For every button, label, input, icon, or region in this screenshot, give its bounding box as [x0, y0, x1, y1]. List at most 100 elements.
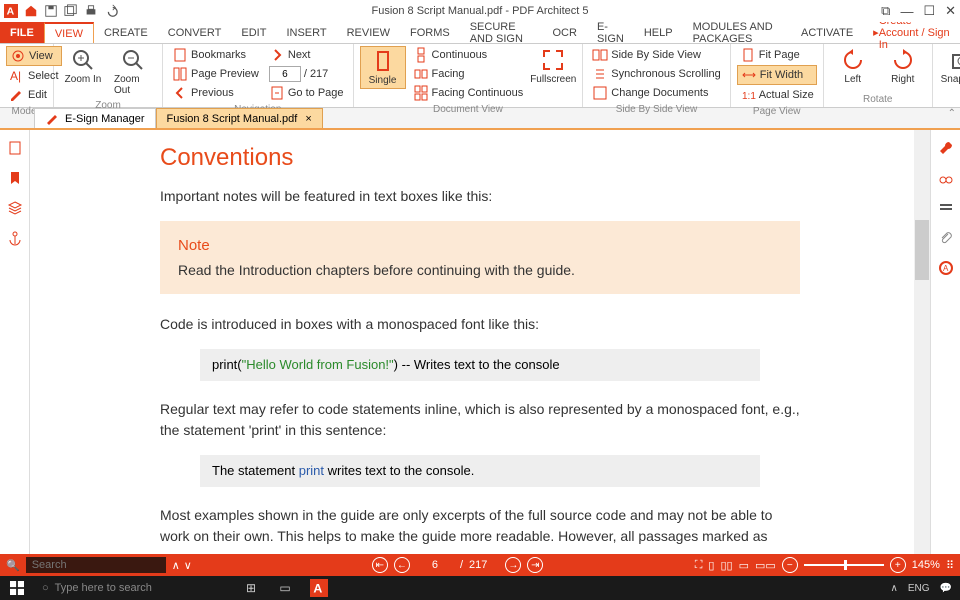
group-sbs: Side By Side View [589, 104, 723, 115]
zoom-menu-icon[interactable]: ⠿ [946, 559, 954, 572]
next-page-icon[interactable]: → [505, 557, 521, 573]
tab-close-icon[interactable]: × [305, 113, 311, 125]
facing-status-icon[interactable]: ▭ [739, 559, 749, 572]
zoom-out-button[interactable]: Zoom Out [110, 46, 156, 98]
save-all-icon[interactable] [64, 4, 78, 18]
tab-esign-manager[interactable]: E-Sign Manager [34, 108, 156, 128]
bookmarks-panel-icon[interactable] [7, 170, 23, 186]
view-continuous[interactable]: Continuous [410, 46, 527, 64]
windows-start-icon[interactable] [0, 576, 34, 600]
last-page-icon[interactable]: ⇥ [527, 557, 543, 573]
facing-cont-status-icon[interactable]: ▭▭ [755, 559, 776, 572]
home-icon[interactable] [24, 4, 38, 18]
account-link[interactable]: ▸ Create Account / Sign In [863, 22, 960, 43]
note-box: Note Read the Introduction chapters befo… [160, 221, 800, 294]
attachment-icon[interactable] [938, 230, 954, 246]
vertical-scrollbar[interactable] [914, 130, 930, 554]
menu-help[interactable]: HELP [634, 22, 683, 43]
print-icon[interactable] [84, 4, 98, 18]
sbs-sync[interactable]: Synchronous Scrolling [589, 65, 723, 83]
document-canvas[interactable]: Conventions Important notes will be feat… [30, 130, 930, 554]
tools-icon[interactable] [938, 140, 954, 156]
single-view-status-icon[interactable]: ▯ [708, 559, 714, 572]
note-body: Read the Introduction chapters before co… [178, 262, 782, 278]
menu-secure[interactable]: SECURE AND SIGN [460, 22, 543, 43]
search-input[interactable] [26, 557, 166, 573]
ribbon-collapse-icon[interactable]: ⌃ [948, 108, 956, 119]
status-total: 217 [469, 559, 487, 571]
svg-text:A: A [943, 264, 949, 273]
binoculars-icon[interactable] [938, 170, 954, 186]
snapshot-button[interactable]: Snapshot [939, 46, 960, 87]
new-window-icon[interactable]: ⧉ [881, 3, 890, 19]
right-sidebar: A [930, 130, 960, 554]
fullscreen-status-icon[interactable]: ⛶ [695, 559, 703, 572]
zoom-in-button[interactable]: Zoom In [60, 46, 106, 87]
menu-review[interactable]: REVIEW [337, 22, 400, 43]
app-logo-icon: A [4, 4, 18, 18]
menu-forms[interactable]: FORMS [400, 22, 460, 43]
thumbnails-icon[interactable] [7, 140, 23, 156]
tab-document[interactable]: Fusion 8 Script Manual.pdf× [156, 108, 323, 128]
fit-width[interactable]: Fit Width [737, 65, 817, 85]
layers-icon[interactable] [7, 200, 23, 216]
rotate-right[interactable]: Right [880, 46, 926, 87]
tray-lang[interactable]: ENG [908, 583, 930, 594]
nav-pagepreview[interactable]: Page Preview [169, 65, 262, 83]
svg-text:A: A [313, 582, 322, 596]
menu-view[interactable]: VIEW [44, 22, 94, 43]
nav-goto[interactable]: Go to Page [266, 84, 347, 102]
first-page-icon[interactable]: ⇤ [372, 557, 388, 573]
menu-edit[interactable]: EDIT [231, 22, 276, 43]
menu-esign[interactable]: E-SIGN [587, 22, 634, 43]
menu-convert[interactable]: CONVERT [158, 22, 232, 43]
view-fullscreen[interactable]: Fullscreen [530, 46, 576, 87]
taskbar-app-1[interactable]: ▭ [268, 576, 302, 600]
zoom-in-status-icon[interactable]: + [890, 557, 906, 573]
tray-up-icon[interactable]: ∧ [891, 583, 898, 594]
svg-text:1:1: 1:1 [742, 91, 756, 102]
search-prev-icon[interactable]: ∧ [172, 559, 180, 572]
actual-size[interactable]: 1:1Actual Size [737, 86, 817, 104]
menu-modules[interactable]: MODULES AND PACKAGES [683, 22, 791, 43]
tray-notification-icon[interactable]: 💬 [940, 583, 952, 594]
status-page: 6 [416, 559, 454, 571]
menu-file[interactable]: FILE [0, 22, 44, 43]
undo-icon[interactable] [104, 4, 118, 18]
taskbar-app-pdfa[interactable]: A [302, 576, 336, 600]
fit-page[interactable]: Fit Page [737, 46, 817, 64]
continuous-status-icon[interactable]: ▯▯ [720, 559, 732, 572]
code-block-2: The statement print writes text to the c… [200, 455, 760, 487]
scrollbar-thumb[interactable] [915, 220, 929, 280]
nav-bookmarks[interactable]: Bookmarks [169, 46, 262, 64]
minimize-icon[interactable]: — [900, 4, 913, 19]
rotate-left[interactable]: Left [830, 46, 876, 87]
group-docview: Document View [360, 104, 577, 115]
anchor-icon[interactable] [7, 230, 23, 246]
zoom-out-status-icon[interactable]: − [782, 557, 798, 573]
taskbar-search[interactable]: ○Type here to search [34, 582, 234, 594]
menu-create[interactable]: CREATE [94, 22, 158, 43]
task-view-icon[interactable]: ⊞ [234, 576, 268, 600]
view-facingcont[interactable]: Facing Continuous [410, 84, 527, 102]
nav-next[interactable]: Next [266, 46, 347, 64]
sbs-change[interactable]: Change Documents [589, 84, 723, 102]
sbs-view[interactable]: Side By Side View [589, 46, 723, 64]
stamp-icon[interactable]: A [938, 260, 954, 276]
nav-previous[interactable]: Previous [169, 84, 262, 102]
prev-page-icon[interactable]: ← [394, 557, 410, 573]
para-3: Regular text may refer to code statement… [160, 399, 800, 441]
menu-ocr[interactable]: OCR [543, 22, 587, 43]
save-icon[interactable] [44, 4, 58, 18]
menu-activate[interactable]: ACTIVATE [791, 22, 863, 43]
close-icon[interactable]: ✕ [945, 3, 956, 19]
menu-insert[interactable]: INSERT [276, 22, 336, 43]
maximize-icon[interactable]: ☐ [923, 3, 935, 19]
zoom-slider[interactable] [804, 564, 884, 566]
nav-page-input[interactable]: / 217 [266, 65, 347, 83]
view-facing[interactable]: Facing [410, 65, 527, 83]
page-number-input[interactable] [269, 66, 301, 82]
search-next-icon[interactable]: ∨ [184, 559, 192, 572]
more-icon[interactable] [938, 200, 954, 216]
view-single[interactable]: Single [360, 46, 406, 89]
